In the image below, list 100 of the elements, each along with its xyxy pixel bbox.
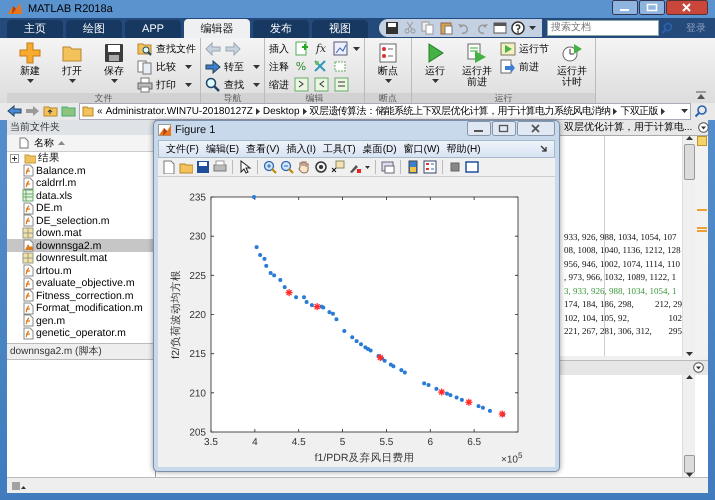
outdent-icon[interactable]: [314, 77, 329, 92]
ribbon-tab[interactable]: APP: [125, 20, 181, 38]
file-row[interactable]: 结果: [7, 152, 155, 164]
chevron-icon[interactable]: [660, 108, 665, 115]
colorbar-icon[interactable]: [406, 160, 420, 174]
file-row[interactable]: drtou.m: [7, 264, 155, 277]
ribbon-tab[interactable]: 编辑器: [184, 18, 250, 38]
back-arrow-icon[interactable]: [7, 105, 22, 118]
menu-item[interactable]: 帮助(H): [446, 142, 482, 156]
file-row[interactable]: Fitness_correction.m: [7, 289, 155, 302]
expand-icon[interactable]: [10, 154, 19, 163]
up-folder-icon[interactable]: [43, 105, 58, 118]
caret-icon[interactable]: [353, 46, 360, 51]
pointer-icon[interactable]: [238, 160, 252, 174]
ribbon-button[interactable]: 注释: [269, 60, 289, 74]
caret-icon[interactable]: [365, 166, 370, 169]
legend-icon[interactable]: [423, 160, 437, 174]
minimize-icon[interactable]: [467, 121, 491, 136]
ribbon-button[interactable]: 运行并前进: [458, 40, 496, 93]
collapse-icon[interactable]: [696, 90, 706, 99]
ribbon-tab[interactable]: 视图: [312, 20, 368, 38]
ribbon-button[interactable]: 新建: [11, 40, 49, 93]
copy-icon[interactable]: [421, 20, 435, 35]
menu-item[interactable]: 工具(T): [322, 142, 357, 156]
file-row[interactable]: gen.m: [7, 314, 155, 327]
ribbon-button[interactable]: 断点: [369, 40, 407, 93]
ribbon-button[interactable]: 运行节: [500, 42, 549, 56]
ribbon-button[interactable]: 保存: [95, 40, 133, 93]
linked-plot-icon[interactable]: [381, 160, 395, 174]
dropdown-icon[interactable]: [698, 122, 710, 133]
ribbon-tab[interactable]: 发布: [253, 20, 309, 38]
caret-icon[interactable]: [681, 109, 688, 114]
new-file-icon[interactable]: [162, 160, 176, 174]
tool-button[interactable]: %: [294, 60, 308, 74]
menu-item[interactable]: 文件(F): [165, 142, 200, 156]
editor-tab[interactable]: 双层优化计算，用于计算电...: [564, 120, 692, 134]
ribbon-tab[interactable]: 绘图: [66, 20, 122, 38]
ribbon-button[interactable]: 前进: [500, 60, 549, 74]
column-header[interactable]: 名称: [34, 136, 65, 150]
ribbon-button[interactable]: 缩进: [269, 78, 289, 92]
file-row[interactable]: caldrrl.m: [7, 176, 155, 190]
ribbon-button[interactable]: 查找文件: [137, 42, 196, 56]
ribbon-button[interactable]: 查找: [205, 78, 260, 92]
menu-item[interactable]: 插入(I): [285, 142, 317, 156]
ribbon-button[interactable]: 打印: [137, 78, 196, 92]
ribbon-button[interactable]: 插入: [269, 42, 289, 56]
zoom-in-icon[interactable]: [263, 160, 277, 174]
hand-icon[interactable]: [297, 160, 311, 174]
close-icon[interactable]: [666, 0, 708, 15]
ribbon-button[interactable]: 运行并计时: [553, 40, 591, 93]
maximize-icon[interactable]: [639, 0, 665, 15]
help-icon[interactable]: [511, 20, 525, 35]
file-row[interactable]: Balance.m: [7, 164, 155, 177]
indent-icon[interactable]: [294, 77, 309, 92]
file-row[interactable]: evaluate_objective.m: [7, 276, 155, 290]
address-field[interactable]: « Administrator.WIN7U-20180127Z Desktop 双层遗传算法：储能系统上下双层优化计算，用于计算电力系统风电消纳 下双正版: [79, 102, 691, 120]
ribbon-button[interactable]: 运行: [416, 40, 454, 93]
new-document-icon[interactable]: [294, 41, 309, 56]
dock-arrow-icon[interactable]: [540, 144, 548, 153]
tool-button[interactable]: fx: [314, 42, 328, 56]
breadcrumb-link[interactable]: Administrator.WIN7U-20180127Z: [106, 106, 253, 117]
file-row[interactable]: downnsga2.m: [7, 239, 155, 252]
file-row[interactable]: genetic_operator.m: [7, 326, 155, 340]
scroll-down-icon[interactable]: [686, 352, 692, 356]
caret-icon[interactable]: [529, 26, 536, 30]
data-cursor-icon[interactable]: [331, 160, 345, 174]
dropdown-icon[interactable]: [693, 362, 704, 374]
search-field[interactable]: 搜索文档: [547, 20, 659, 36]
chevron-icon[interactable]: [613, 108, 618, 115]
ribbon-button[interactable]: 比较: [137, 60, 196, 74]
menu-item[interactable]: 查看(V): [245, 142, 280, 156]
breadcrumb-link[interactable]: Desktop: [262, 106, 300, 117]
chevron-icon[interactable]: [256, 108, 260, 115]
file-row[interactable]: DE.m: [7, 202, 155, 214]
sign-in-link[interactable]: 登录: [684, 20, 708, 35]
scrollbar-thumb[interactable]: [684, 144, 694, 180]
close-icon[interactable]: [517, 121, 555, 136]
lines-icon[interactable]: [334, 77, 349, 92]
paste-icon[interactable]: [439, 20, 453, 35]
warning-marker-icon[interactable]: [696, 226, 706, 232]
square-icon[interactable]: [448, 160, 462, 174]
warning-marker-icon[interactable]: [696, 208, 706, 212]
bars-icon[interactable]: [12, 482, 26, 490]
windows-icon[interactable]: [493, 20, 507, 35]
menu-item[interactable]: 桌面(D): [362, 142, 398, 156]
maximize-icon[interactable]: [492, 121, 516, 136]
ribbon-button[interactable]: 转至: [205, 60, 260, 74]
breadcrumb-link[interactable]: 双层遗传算法：储能系统上下双层优化计算，用于计算电力系统风电消纳: [310, 104, 610, 118]
chevron-icon[interactable]: [302, 108, 307, 115]
breadcrumb-link[interactable]: 下双正版: [620, 104, 658, 118]
menu-item[interactable]: 窗口(W): [402, 142, 441, 156]
printer-icon[interactable]: [213, 160, 227, 174]
ribbon-button[interactable]: 打开: [53, 40, 91, 93]
search-icon[interactable]: [694, 104, 708, 118]
chart-icon[interactable]: [333, 41, 348, 56]
scrollbar-thumb[interactable]: [684, 455, 694, 474]
minimize-icon[interactable]: [612, 0, 638, 15]
menu-item[interactable]: 编辑(E): [204, 142, 240, 156]
window-icon[interactable]: [465, 160, 479, 174]
file-row[interactable]: Format_modification.m: [7, 302, 155, 314]
